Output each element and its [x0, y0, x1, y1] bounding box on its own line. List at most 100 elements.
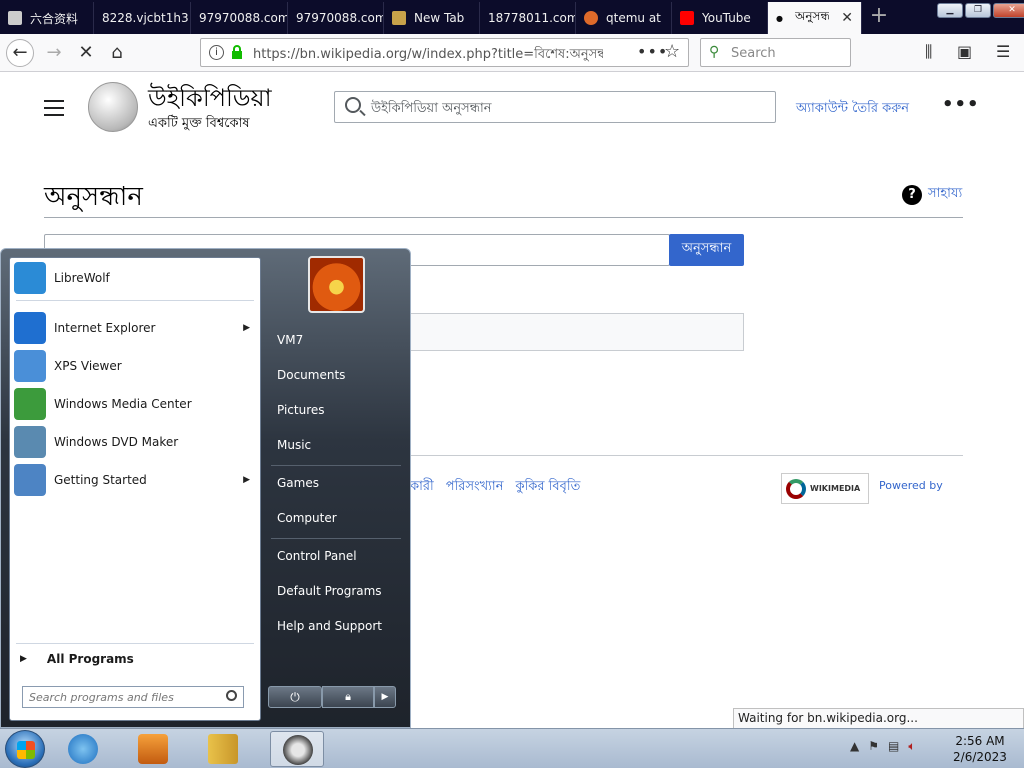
minimize-button[interactable]: ▁ [937, 3, 963, 18]
tab-label: 8228.vjcbt1h3 [102, 11, 189, 25]
library-icon[interactable]: ⫼ [925, 42, 932, 62]
tab-active[interactable]: ● অনুসন্ধা ✕ [768, 2, 862, 34]
start-item-xps-viewer[interactable]: XPS Viewer [14, 348, 254, 384]
shutdown-button[interactable]: ⏻ [268, 686, 322, 708]
search-placeholder: Search [731, 46, 776, 61]
home-button[interactable]: ⌂ [103, 39, 131, 67]
taskbar-media-player[interactable] [126, 731, 180, 767]
search-button[interactable]: অনুসন্ধান [669, 234, 744, 266]
taskbar-qtemu[interactable] [270, 731, 324, 767]
wikimedia-badge[interactable]: WIKIMEDIA [781, 473, 869, 504]
footer-link[interactable]: কুকির বিবৃতি [515, 477, 580, 498]
show-hidden-icons-icon[interactable]: ▲ [850, 739, 859, 754]
wiki-search-input[interactable]: উইকিপিডিয়া অনুসন্ধান [334, 91, 776, 123]
start-search-input[interactable]: Search programs and files [22, 686, 244, 708]
start-item-media-center[interactable]: Windows Media Center [14, 386, 254, 422]
start-right-user[interactable]: VM7 [277, 333, 303, 347]
start-right-documents[interactable]: Documents [277, 368, 345, 382]
youtube-icon [680, 11, 694, 25]
new-tab-button[interactable]: + [866, 4, 892, 30]
taskbar-librewolf[interactable] [56, 731, 110, 767]
tab-label: 97970088.com [199, 11, 287, 25]
clock-time: 2:56 AM [955, 734, 1005, 748]
taskbar-explorer[interactable] [196, 731, 250, 767]
info-icon[interactable]: i [209, 45, 224, 60]
start-search-placeholder: Search programs and files [29, 691, 174, 704]
start-item-dvd-maker[interactable]: Windows DVD Maker [14, 424, 254, 460]
start-item-internet-explorer[interactable]: Internet Explorer ▶ [14, 310, 254, 346]
navigation-toolbar: ← → ✕ ⌂ i https://bn.wikipedia.org/w/ind… [0, 34, 1024, 72]
start-right-music[interactable]: Music [277, 438, 311, 452]
tab-2[interactable]: 8228.vjcbt1h3 [94, 2, 191, 34]
menu-icon[interactable]: ☰ [996, 42, 1010, 61]
start-right-pictures[interactable]: Pictures [277, 403, 325, 417]
windows-logo-icon [17, 741, 35, 759]
start-right-control-panel[interactable]: Control Panel [277, 549, 357, 563]
start-item-librewolf[interactable]: LibreWolf [14, 260, 254, 296]
system-clock[interactable]: 2:56 AM 2/6/2023 [950, 733, 1010, 765]
tab-4[interactable]: 97970088.com [288, 2, 384, 34]
page-icon [8, 11, 22, 25]
url-bar[interactable]: i https://bn.wikipedia.org/w/index.php?t… [200, 38, 689, 67]
tab-7[interactable]: qtemu at [576, 2, 672, 34]
tab-label: 97970088.com [296, 11, 383, 25]
sidebar-icon[interactable]: ▣ [957, 42, 972, 61]
power-icon: ⏻ [290, 690, 300, 704]
powered-by-mediawiki[interactable]: Powered by [879, 479, 943, 492]
footer-links: কারী পরিসংখ্যান কুকির বিবৃতি [410, 477, 580, 498]
loading-dot-icon: ● [776, 13, 783, 23]
start-menu-programs-pane: LibreWolf Internet Explorer ▶ XPS Viewer… [9, 257, 261, 721]
getting-started-icon [14, 464, 46, 496]
tab-label: 六合资料 [30, 11, 79, 26]
footer-link[interactable]: পরিসংখ্যান [446, 477, 504, 498]
tab-8[interactable]: YouTube [672, 2, 768, 34]
divider [44, 217, 963, 218]
tab-6[interactable]: 18778011.com [480, 2, 576, 34]
help-link[interactable]: ? সাহায্য [902, 184, 962, 205]
start-item-label: LibreWolf [54, 271, 110, 285]
more-options-icon[interactable]: ••• [942, 94, 980, 115]
bookmark-star-icon[interactable]: ☆ [664, 41, 680, 62]
network-icon[interactable]: ▤ [888, 739, 899, 754]
volume-muted-icon[interactable]: 🔈︎ [908, 739, 915, 754]
footer-link[interactable]: কারী [410, 477, 434, 498]
arrow-right-icon: ▶ [20, 654, 27, 664]
wikipedia-logo-icon[interactable] [88, 82, 138, 132]
url-text[interactable]: https://bn.wikipedia.org/w/index.php?tit… [253, 45, 603, 66]
lock-icon [232, 45, 242, 59]
divider [271, 465, 401, 466]
browser-search-bar[interactable]: ⚲ Search [700, 38, 851, 67]
maximize-button[interactable]: ❐ [965, 3, 991, 18]
tab-label: YouTube [702, 11, 751, 25]
main-menu-icon[interactable] [44, 100, 64, 116]
start-right-computer[interactable]: Computer [277, 511, 337, 525]
close-window-button[interactable]: ✕ [993, 3, 1024, 18]
tab-3[interactable]: 97970088.com [191, 2, 288, 34]
lock-button[interactable]: 🔒︎ [322, 686, 374, 708]
taskbar: ▲ ⚑ ▤ 🔈︎ 2:56 AM 2/6/2023 [0, 728, 1024, 768]
start-right-games[interactable]: Games [277, 476, 319, 490]
start-item-getting-started[interactable]: Getting Started ▶ [14, 462, 254, 498]
start-right-default-programs[interactable]: Default Programs [277, 584, 382, 598]
duckduckgo-icon [584, 11, 598, 25]
start-button[interactable] [5, 730, 45, 768]
forward-button[interactable]: → [40, 39, 68, 67]
librewolf-icon [14, 262, 46, 294]
back-button[interactable]: ← [6, 39, 34, 67]
shutdown-options-button[interactable]: ▶ [374, 686, 396, 708]
tab-label: qtemu at [606, 11, 661, 25]
start-right-help[interactable]: Help and Support [277, 619, 382, 633]
close-tab-icon[interactable]: ✕ [841, 10, 853, 26]
create-account-link[interactable]: অ্যাকাউন্ট তৈরি করুন [796, 99, 909, 120]
tab-label: 18778011.com [488, 11, 575, 25]
tab-label: New Tab [414, 11, 465, 25]
page-title: অনুসন্ধান [44, 182, 143, 212]
all-programs-label: All Programs [46, 652, 134, 666]
action-center-icon[interactable]: ⚑ [868, 739, 879, 754]
all-programs-button[interactable]: ▶ All Programs [20, 652, 134, 666]
stop-button[interactable]: ✕ [72, 39, 100, 67]
tab-5[interactable]: New Tab [384, 2, 480, 34]
user-avatar[interactable] [308, 256, 365, 313]
divider [271, 538, 401, 539]
tab-1[interactable]: 六合资料 [0, 2, 94, 34]
